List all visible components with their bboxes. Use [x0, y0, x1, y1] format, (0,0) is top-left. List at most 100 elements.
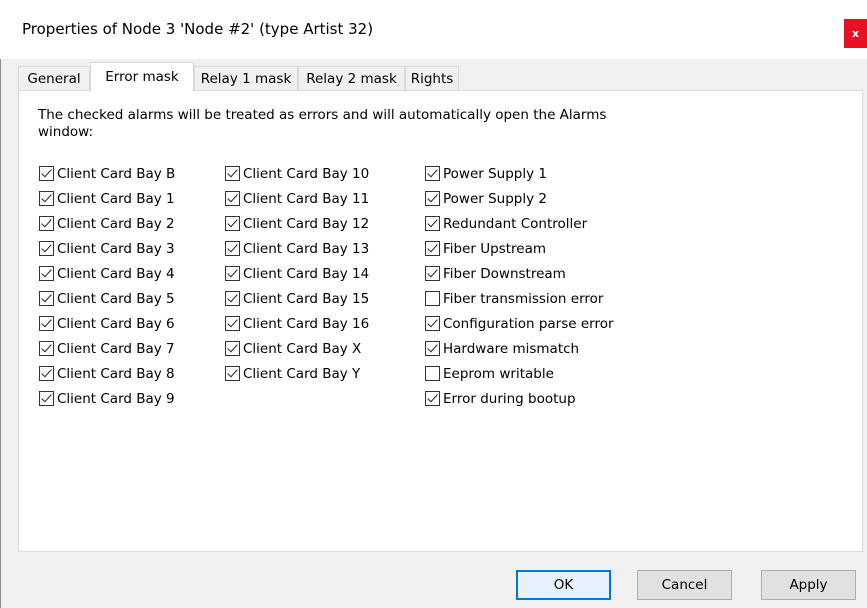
tab-relay-2-mask[interactable]: Relay 2 mask [298, 66, 405, 90]
alarm-label: Redundant Controller [443, 215, 588, 232]
checkbox-checked-icon[interactable] [39, 166, 54, 181]
alarm-checkbox-row[interactable]: Client Card Bay 15 [225, 286, 369, 311]
apply-button[interactable]: Apply [761, 570, 856, 600]
tab-relay-1-mask[interactable]: Relay 1 mask [194, 66, 298, 90]
checkbox-checked-icon[interactable] [425, 166, 440, 181]
alarm-label: Client Card Bay 14 [243, 265, 370, 282]
alarm-label: Eeprom writable [443, 365, 554, 382]
alarm-label: Fiber Downstream [443, 265, 566, 282]
alarm-checkbox-row[interactable]: Client Card Bay 6 [39, 311, 175, 336]
alarm-label: Client Card Bay 9 [57, 390, 175, 407]
alarm-checkbox-row[interactable]: Configuration parse error [425, 311, 614, 336]
alarm-checkbox-row[interactable]: Power Supply 1 [425, 161, 614, 186]
alarm-label: Client Card Bay 5 [57, 290, 175, 307]
tab-general[interactable]: General [18, 66, 90, 90]
alarm-checkbox-row[interactable]: Client Card Bay 12 [225, 211, 369, 236]
alarm-checkbox-row[interactable]: Client Card Bay 11 [225, 186, 369, 211]
alarm-label: Client Card Bay 16 [243, 315, 370, 332]
checkbox-checked-icon[interactable] [39, 216, 54, 231]
checkbox-checked-icon[interactable] [225, 291, 240, 306]
alarm-checkbox-row[interactable]: Client Card Bay 5 [39, 286, 175, 311]
checkbox-checked-icon[interactable] [225, 341, 240, 356]
checkbox-checked-icon[interactable] [425, 241, 440, 256]
checkbox-checked-icon[interactable] [39, 341, 54, 356]
description-text: The checked alarms will be treated as er… [38, 107, 607, 140]
close-icon: x [851, 27, 860, 40]
alarm-checkbox-row[interactable]: Hardware mismatch [425, 336, 614, 361]
alarm-checkbox-row[interactable]: Client Card Bay 16 [225, 311, 369, 336]
checkbox-column-3: Power Supply 1 Power Supply 2 Redundant Co… [425, 161, 614, 411]
alarm-checkbox-row[interactable]: Eeprom writable [425, 361, 614, 386]
tab-rights[interactable]: Rights [405, 66, 459, 90]
alarm-label: Client Card Bay 2 [57, 215, 175, 232]
checkbox-checked-icon[interactable] [225, 216, 240, 231]
checkbox-checked-icon[interactable] [225, 166, 240, 181]
alarm-label: Power Supply 2 [443, 190, 547, 207]
alarm-label: Client Card Bay Y [243, 365, 361, 382]
alarm-label: Client Card Bay 11 [243, 190, 370, 207]
checkbox-checked-icon[interactable] [39, 366, 54, 381]
alarm-label: Client Card Bay 15 [243, 290, 370, 307]
alarm-label: Power Supply 1 [443, 165, 547, 182]
close-button[interactable]: x [844, 19, 867, 48]
checkbox-checked-icon[interactable] [225, 266, 240, 281]
alarm-checkbox-row[interactable]: Client Card Bay 1 [39, 186, 175, 211]
checkbox-checked-icon[interactable] [225, 241, 240, 256]
alarm-checkbox-row[interactable]: Client Card Bay 4 [39, 261, 175, 286]
checkbox-unchecked-icon[interactable] [425, 366, 440, 381]
alarm-label: Fiber transmission error [443, 290, 604, 307]
alarm-label: Client Card Bay 8 [57, 365, 175, 382]
checkbox-checked-icon[interactable] [39, 316, 54, 331]
alarm-checkbox-row[interactable]: Redundant Controller [425, 211, 614, 236]
checkbox-unchecked-icon[interactable] [425, 291, 440, 306]
checkbox-checked-icon[interactable] [225, 191, 240, 206]
alarm-checkbox-row[interactable]: Client Card Bay 10 [225, 161, 369, 186]
alarm-label: Hardware mismatch [443, 340, 580, 357]
alarm-label: Client Card Bay 3 [57, 240, 175, 257]
title-bar[interactable]: Properties of Node 3 'Node #2' (type Art… [0, 0, 867, 59]
alarm-checkbox-row[interactable]: Client Card Bay 3 [39, 236, 175, 261]
alarm-label: Configuration parse error [443, 315, 614, 332]
alarm-checkbox-row[interactable]: Client Card Bay Y [225, 361, 369, 386]
checkbox-checked-icon[interactable] [39, 191, 54, 206]
checkbox-checked-icon[interactable] [425, 191, 440, 206]
checkbox-checked-icon[interactable] [425, 266, 440, 281]
alarm-checkbox-row[interactable]: Client Card Bay 8 [39, 361, 175, 386]
error-mask-panel: The checked alarms will be treated as er… [18, 90, 863, 552]
alarm-checkbox-row[interactable]: Fiber transmission error [425, 286, 614, 311]
checkbox-checked-icon[interactable] [225, 316, 240, 331]
alarm-label: Fiber Upstream [443, 240, 547, 257]
alarm-label: Client Card Bay 6 [57, 315, 175, 332]
dialog-body: General Error mask Relay 1 mask Relay 2 … [1, 59, 867, 608]
alarm-checkbox-row[interactable]: Client Card Bay 7 [39, 336, 175, 361]
alarm-label: Client Card Bay 4 [57, 265, 175, 282]
alarm-label: Client Card Bay 7 [57, 340, 175, 357]
checkbox-checked-icon[interactable] [425, 316, 440, 331]
ok-button[interactable]: OK [516, 570, 611, 600]
alarm-checkbox-row[interactable]: Fiber Upstream [425, 236, 614, 261]
checkbox-checked-icon[interactable] [39, 241, 54, 256]
alarm-checkbox-row[interactable]: Client Card Bay 13 [225, 236, 369, 261]
alarm-checkbox-row[interactable]: Fiber Downstream [425, 261, 614, 286]
checkbox-column-1: Client Card Bay B Client Card Bay 1 Client… [39, 161, 175, 411]
alarm-checkbox-row[interactable]: Client Card Bay B [39, 161, 175, 186]
alarm-checkbox-row[interactable]: Client Card Bay X [225, 336, 369, 361]
alarm-checkbox-row[interactable]: Error during bootup [425, 386, 614, 411]
checkbox-checked-icon[interactable] [39, 391, 54, 406]
checkbox-checked-icon[interactable] [425, 391, 440, 406]
cancel-button[interactable]: Cancel [637, 570, 732, 600]
checkbox-column-2: Client Card Bay 10 Client Card Bay 11 Clie… [225, 161, 369, 386]
alarm-label: Client Card Bay 10 [243, 165, 370, 182]
checkbox-checked-icon[interactable] [425, 216, 440, 231]
alarm-label: Client Card Bay B [57, 165, 176, 182]
alarm-checkbox-row[interactable]: Client Card Bay 2 [39, 211, 175, 236]
tab-error-mask[interactable]: Error mask [90, 62, 194, 91]
checkbox-checked-icon[interactable] [225, 366, 240, 381]
checkbox-checked-icon[interactable] [39, 291, 54, 306]
alarm-checkbox-row[interactable]: Power Supply 2 [425, 186, 614, 211]
checkbox-checked-icon[interactable] [39, 266, 54, 281]
alarm-checkbox-row[interactable]: Client Card Bay 14 [225, 261, 369, 286]
alarm-label: Client Card Bay X [243, 340, 362, 357]
alarm-checkbox-row[interactable]: Client Card Bay 9 [39, 386, 175, 411]
checkbox-checked-icon[interactable] [425, 341, 440, 356]
